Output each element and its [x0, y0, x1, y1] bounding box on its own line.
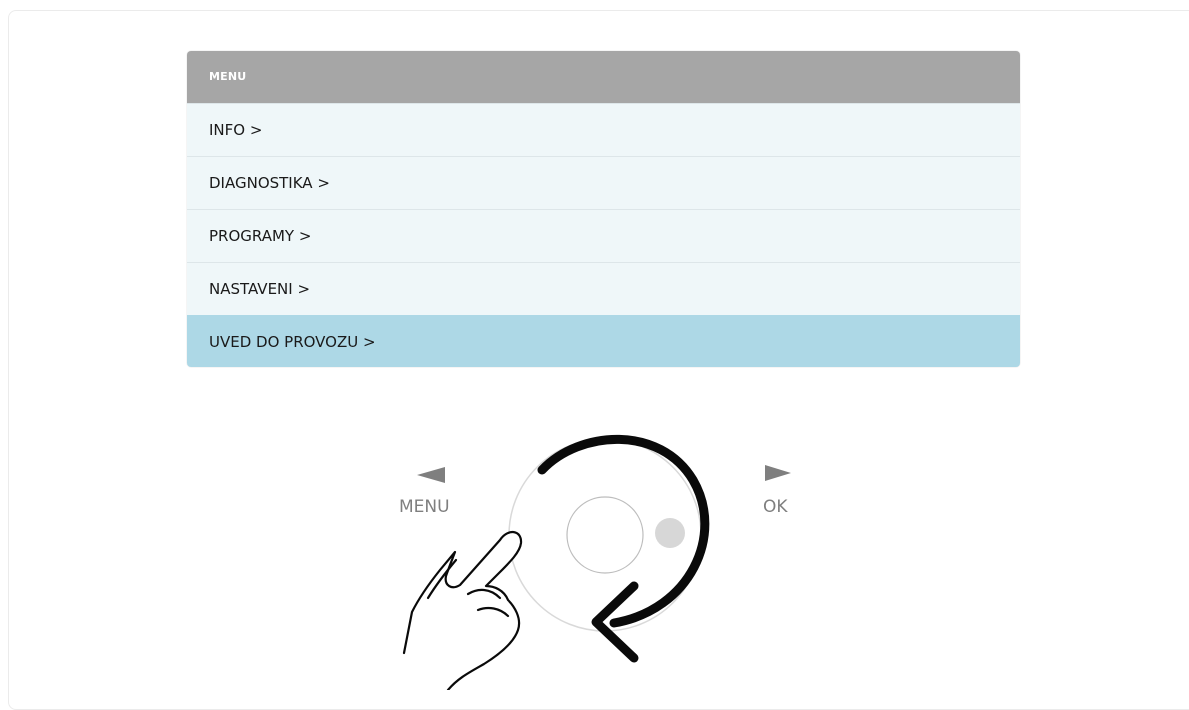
menu-item-info[interactable]: INFO >: [187, 103, 1020, 156]
menu-header: MENU: [187, 51, 1020, 103]
menu-item-uved-do-provozu[interactable]: UVED DO PROVOZU >: [187, 315, 1020, 367]
dial-indicator-dot: [655, 518, 685, 548]
menu-panel: MENU INFO > DIAGNOSTIKA > PROGRAMY > NAS…: [187, 51, 1020, 367]
menu-control-label[interactable]: MENU: [399, 497, 450, 517]
menu-item-programy[interactable]: PROGRAMY >: [187, 209, 1020, 262]
menu-item-nastaveni[interactable]: NASTAVENI >: [187, 262, 1020, 315]
right-triangle-icon[interactable]: [765, 465, 791, 481]
left-triangle-icon[interactable]: [417, 467, 445, 483]
ok-control-label[interactable]: OK: [763, 497, 788, 517]
menu-item-diagnostika[interactable]: DIAGNOSTIKA >: [187, 156, 1020, 209]
rotary-dial-icon[interactable]: [508, 438, 702, 632]
dial-center-button[interactable]: [566, 496, 644, 574]
